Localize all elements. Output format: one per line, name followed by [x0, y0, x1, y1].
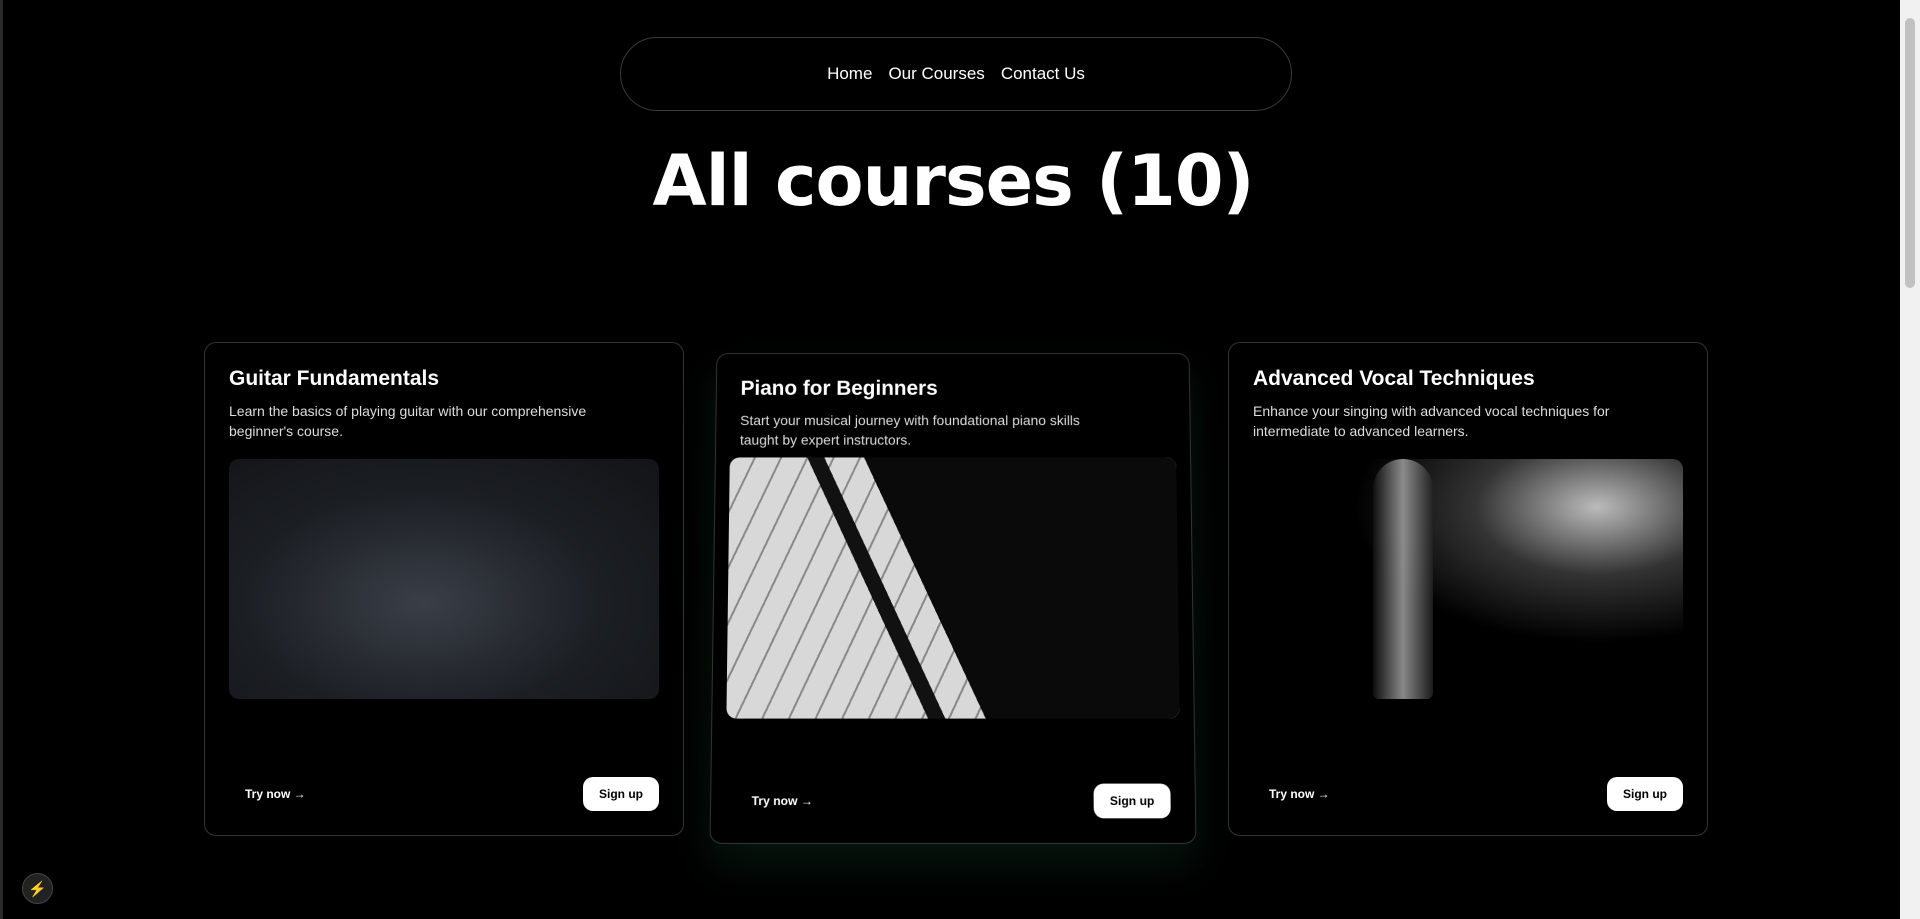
try-now-link[interactable]: Try now →	[735, 794, 829, 808]
course-card-guitar: Guitar Fundamentals Learn the basics of …	[204, 342, 684, 836]
lightning-icon[interactable]: ⚡	[22, 873, 53, 904]
microphone-shape	[1373, 459, 1433, 699]
course-image	[229, 459, 659, 699]
course-title: Piano for Beginners	[740, 377, 938, 400]
course-card-vocal: Advanced Vocal Techniques Enhance your s…	[1228, 342, 1708, 836]
top-nav: Home Our Courses Contact Us	[620, 37, 1292, 111]
scrollbar-thumb[interactable]	[1905, 18, 1915, 288]
try-now-link[interactable]: Try now →	[1253, 787, 1346, 801]
course-description: Learn the basics of playing guitar with …	[229, 403, 587, 439]
course-description: Enhance your singing with advanced vocal…	[1253, 403, 1610, 439]
try-now-link[interactable]: Try now →	[229, 787, 322, 801]
course-title: Guitar Fundamentals	[229, 367, 440, 390]
sign-up-button[interactable]: Sign up	[1093, 783, 1171, 819]
sign-up-button[interactable]: Sign up	[1607, 777, 1683, 811]
course-description: Start your musical journey with foundati…	[739, 412, 1080, 448]
course-image	[726, 457, 1180, 719]
nav-our-courses[interactable]: Our Courses	[888, 64, 984, 84]
page: Home Our Courses Contact Us All courses …	[0, 0, 1900, 919]
nav-contact-us[interactable]: Contact Us	[1001, 64, 1085, 84]
course-title: Advanced Vocal Techniques	[1253, 367, 1535, 390]
page-title: All courses (10)	[652, 140, 1254, 222]
course-card-piano: Piano for Beginners Start your musical j…	[709, 353, 1197, 844]
scrollbar[interactable]	[1900, 0, 1920, 919]
course-image	[1253, 459, 1683, 699]
sign-up-button[interactable]: Sign up	[583, 777, 659, 811]
nav-home[interactable]: Home	[827, 64, 872, 84]
